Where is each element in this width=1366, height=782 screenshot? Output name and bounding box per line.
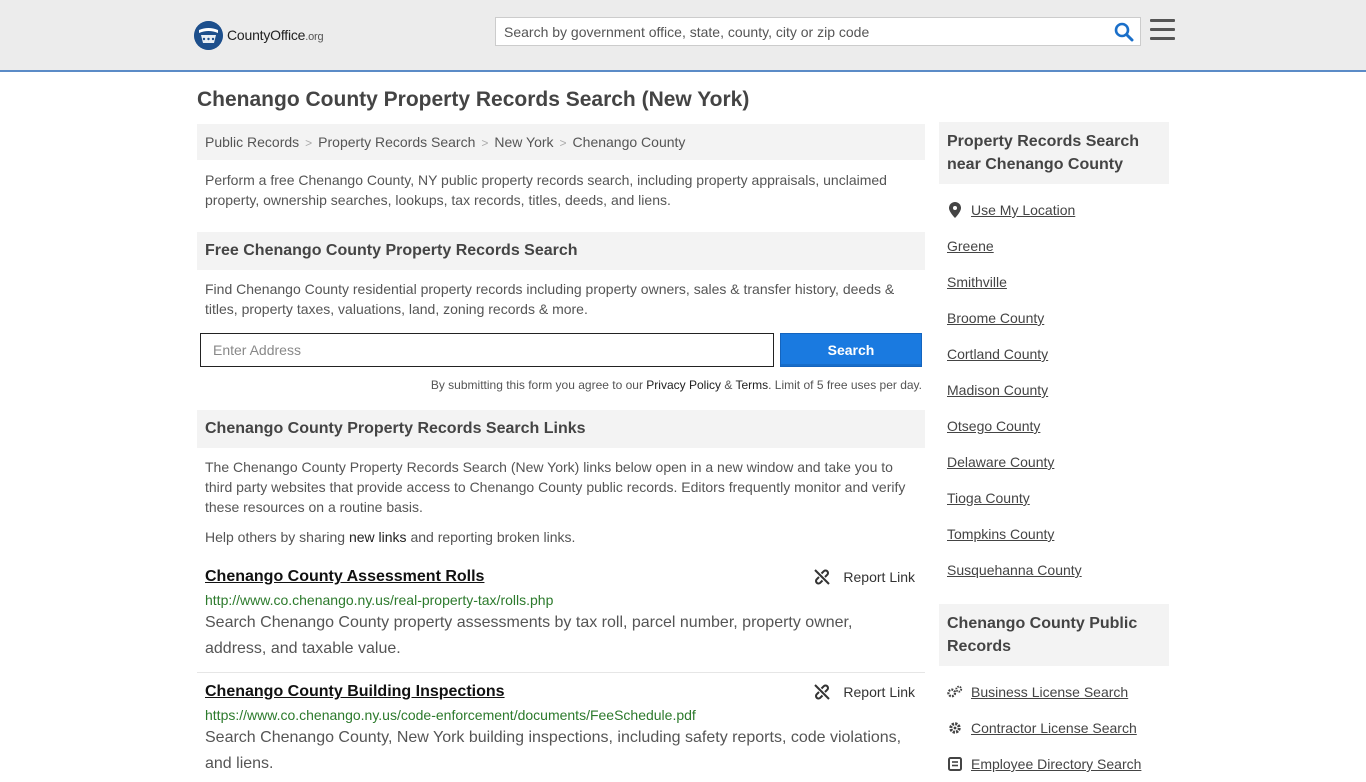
nearby-list: Use My Location Greene Smithville Broome… — [939, 192, 1169, 588]
public-records-list: Business License Search Contractor Licen… — [939, 674, 1169, 782]
top-bar: CountyOffice.org — [0, 0, 1366, 72]
gears-icon — [947, 685, 963, 699]
form-disclaimer: By submitting this form you agree to our… — [430, 378, 922, 392]
nearby-link[interactable]: Delaware County — [947, 454, 1054, 470]
privacy-policy-link[interactable]: Privacy Policy — [646, 378, 721, 392]
resource-link-item: Chenango County Assessment Rolls Report … — [197, 568, 925, 662]
site-search — [495, 17, 1141, 46]
resource-link-url: http://www.co.chenango.ny.us/real-proper… — [205, 592, 554, 608]
list-item: Cortland County — [939, 336, 1169, 372]
links-section-heading: Chenango County Property Records Search … — [197, 410, 925, 448]
report-link-button[interactable]: Report Link — [813, 568, 915, 586]
nearby-link[interactable]: Susquehanna County — [947, 562, 1082, 578]
logo-text: CountyOffice.org — [227, 27, 324, 43]
list-item: Employee Directory Search — [939, 746, 1169, 782]
resource-link-url: https://www.co.chenango.ny.us/code-enfor… — [205, 707, 696, 723]
use-my-location-link[interactable]: Use My Location — [971, 202, 1075, 218]
breadcrumb-separator-icon: > — [559, 136, 567, 150]
list-item: Use My Location — [939, 192, 1169, 228]
resource-link-description: Search Chenango County property assessme… — [205, 614, 853, 657]
list-item: Tioga County — [939, 480, 1169, 516]
map-pin-icon — [947, 202, 963, 218]
breadcrumb-public-records[interactable]: Public Records — [205, 134, 299, 150]
logo-icon — [194, 20, 223, 50]
nearby-link[interactable]: Tioga County — [947, 490, 1030, 506]
address-search-form: Search — [197, 333, 925, 369]
report-link-button[interactable]: Report Link — [813, 683, 915, 701]
list-item: Tompkins County — [939, 516, 1169, 552]
page-title: Chenango County Property Records Search … — [197, 88, 750, 111]
employee-directory-link[interactable]: Employee Directory Search — [971, 756, 1141, 772]
nearby-link[interactable]: Tompkins County — [947, 526, 1054, 542]
divider — [197, 672, 925, 673]
nearby-link[interactable]: Greene — [947, 238, 994, 254]
breadcrumb-current: Chenango County — [572, 134, 686, 150]
breadcrumb: Public Records > Property Records Search > N… — [197, 124, 925, 160]
nearby-heading: Property Records Search near Chenango Co… — [939, 122, 1169, 184]
breadcrumb-new-york[interactable]: New York — [494, 134, 553, 150]
free-search-text: Find Chenango County residential propert… — [205, 281, 895, 317]
gear-icon — [947, 721, 963, 735]
breadcrumb-property-records[interactable]: Property Records Search — [318, 134, 475, 150]
list-item: Business License Search — [939, 674, 1169, 710]
nearby-link[interactable]: Cortland County — [947, 346, 1048, 362]
hamburger-menu-icon[interactable] — [1150, 19, 1175, 43]
list-item: Otsego County — [939, 408, 1169, 444]
nearby-link[interactable]: Madison County — [947, 382, 1048, 398]
search-icon[interactable] — [1114, 22, 1134, 42]
links-section-text: The Chenango County Property Records Sea… — [205, 459, 906, 515]
intro-text: Perform a free Chenango County, NY publi… — [205, 172, 887, 208]
address-search-button[interactable]: Search — [780, 333, 922, 367]
site-search-input[interactable] — [496, 18, 1096, 45]
resource-link-item: Chenango County Building Inspections Rep… — [197, 683, 925, 777]
free-search-heading: Free Chenango County Property Records Se… — [197, 232, 925, 270]
address-input[interactable] — [200, 333, 774, 367]
list-item: Smithville — [939, 264, 1169, 300]
nearby-link[interactable]: Otsego County — [947, 418, 1040, 434]
list-item: Greene — [939, 228, 1169, 264]
nearby-link[interactable]: Broome County — [947, 310, 1044, 326]
broken-link-icon — [814, 569, 831, 585]
public-records-heading: Chenango County Public Records — [939, 604, 1169, 666]
resource-link-title[interactable]: Chenango County Building Inspections — [205, 683, 505, 700]
list-item: Broome County — [939, 300, 1169, 336]
share-links-text: Help others by sharing new links and rep… — [205, 529, 576, 545]
terms-link[interactable]: Terms — [735, 378, 768, 392]
contractor-license-link[interactable]: Contractor License Search — [971, 720, 1137, 736]
new-links-link[interactable]: new links — [349, 529, 407, 545]
business-license-link[interactable]: Business License Search — [971, 684, 1128, 700]
list-item: Susquehanna County — [939, 552, 1169, 588]
broken-link-icon — [814, 684, 831, 700]
breadcrumb-separator-icon: > — [481, 136, 489, 150]
sidebar: Property Records Search near Chenango Co… — [939, 122, 1169, 782]
resource-link-description: Search Chenango County, New York buildin… — [205, 729, 902, 772]
resource-link-title[interactable]: Chenango County Assessment Rolls — [205, 568, 484, 585]
site-logo[interactable]: CountyOffice.org — [194, 20, 324, 50]
directory-icon — [947, 757, 963, 771]
list-item: Delaware County — [939, 444, 1169, 480]
list-item: Madison County — [939, 372, 1169, 408]
nearby-link[interactable]: Smithville — [947, 274, 1007, 290]
list-item: Contractor License Search — [939, 710, 1169, 746]
breadcrumb-separator-icon: > — [305, 136, 313, 150]
main-content: Public Records > Property Records Search > N… — [197, 124, 925, 777]
